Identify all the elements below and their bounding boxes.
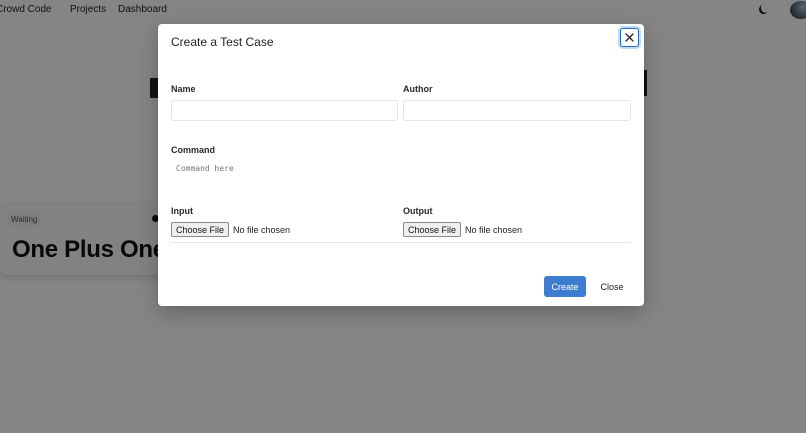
create-button[interactable]: Create [544, 276, 586, 297]
output-choose-file-button[interactable]: Choose File [403, 222, 462, 237]
modal-title: Create a Test Case [171, 35, 274, 49]
name-label: Name [171, 84, 196, 94]
output-label: Output [403, 206, 433, 216]
input-choose-file-button[interactable]: Choose File [171, 222, 230, 237]
close-button[interactable]: Close [596, 276, 628, 297]
author-label: Author [403, 84, 433, 94]
output-file-status: No file chosen [465, 224, 523, 235]
form-divider [171, 242, 631, 243]
name-input[interactable] [171, 100, 398, 121]
output-file-picker: Choose File No file chosen [403, 222, 522, 237]
create-test-case-modal: Create a Test Case Name Author Command I… [158, 24, 644, 306]
input-file-status: No file chosen [233, 224, 291, 235]
close-icon[interactable] [620, 28, 639, 47]
command-textarea[interactable] [171, 162, 631, 196]
author-input[interactable] [403, 100, 631, 121]
input-label: Input [171, 206, 193, 216]
input-file-picker: Choose File No file chosen [171, 222, 290, 237]
command-label: Command [171, 145, 216, 155]
